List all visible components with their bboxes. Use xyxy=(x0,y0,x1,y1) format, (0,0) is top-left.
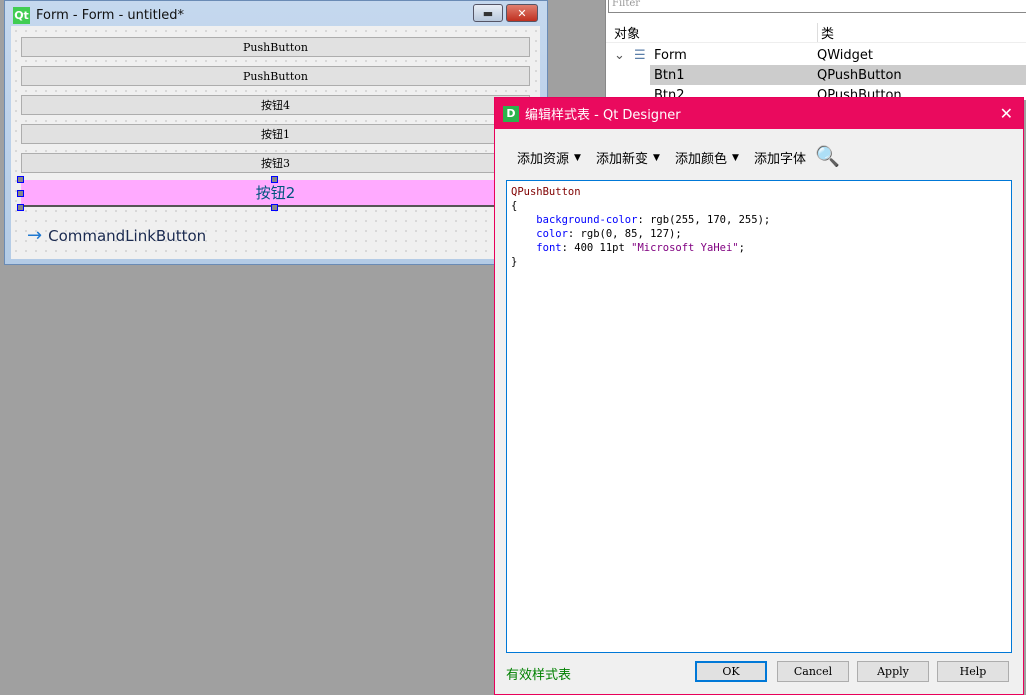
layout-icon: ☰ xyxy=(634,47,646,63)
form-window: Qt Form - Form - untitled* ▬ ✕ PushButto… xyxy=(4,0,548,265)
button-1[interactable]: 按钮1 xyxy=(21,124,530,144)
resize-handle[interactable] xyxy=(271,176,278,183)
code-semicolon: ; xyxy=(738,242,745,254)
cancel-button[interactable]: Cancel xyxy=(777,661,849,682)
code-selector: QPushButton xyxy=(511,186,581,198)
form-title: Form - Form - untitled* xyxy=(36,7,185,23)
form-canvas: PushButton PushButton 按钮4 按钮1 按钮3 按钮2 → … xyxy=(11,26,540,259)
code-value: 400 11pt xyxy=(567,242,632,254)
designer-logo-icon: D xyxy=(503,105,519,122)
code-value: rgb(255, 170, 255); xyxy=(643,214,771,226)
tree-row-form[interactable]: ⌄ ☰ Form QWidget xyxy=(606,45,1026,65)
object-name: Btn1 xyxy=(654,67,685,83)
close-icon[interactable]: ✕ xyxy=(1000,104,1013,123)
add-resource-button[interactable]: 添加资源 ▼ xyxy=(517,148,581,167)
help-button[interactable]: Help xyxy=(937,661,1009,682)
resize-handle[interactable] xyxy=(271,204,278,211)
resize-handle[interactable] xyxy=(17,176,24,183)
tree-row-btn1[interactable]: Btn1 QPushButton xyxy=(650,65,1026,85)
add-color-label: 添加颜色 xyxy=(675,152,728,167)
dropdown-arrow-icon[interactable]: ▼ xyxy=(732,153,739,163)
validity-status: 有效样式表 xyxy=(506,668,572,683)
qt-logo-icon: Qt xyxy=(13,6,30,24)
add-gradient-button[interactable]: 添加新变 ▼ xyxy=(596,148,660,167)
magnifier-icon[interactable]: 🔍 xyxy=(815,144,840,168)
code-prop: font xyxy=(536,242,562,254)
form-title-bar: Qt Form - Form - untitled* xyxy=(13,6,184,24)
code-brace: { xyxy=(511,200,518,212)
tree-header: 对象 类 xyxy=(606,22,1026,43)
object-name: Form xyxy=(654,47,687,63)
push-button[interactable]: PushButton xyxy=(21,37,530,57)
dropdown-arrow-icon[interactable]: ▼ xyxy=(574,153,581,163)
stylesheet-editor[interactable]: QPushButton { background-color: rgb(255,… xyxy=(506,180,1012,653)
arrow-right-icon: → xyxy=(27,225,43,246)
add-resource-label: 添加资源 xyxy=(517,152,570,167)
object-inspector: Filter 对象 类 ⌄ ☰ Form QWidget Btn1 QPushB… xyxy=(605,0,1026,103)
code-prop: color xyxy=(536,228,568,240)
add-color-button[interactable]: 添加颜色 ▼ xyxy=(675,148,739,167)
dropdown-arrow-icon[interactable]: ▼ xyxy=(653,153,660,163)
resize-handle[interactable] xyxy=(17,204,24,211)
command-link-button[interactable]: → CommandLinkButton xyxy=(27,225,206,246)
close-button[interactable]: ✕ xyxy=(506,4,538,22)
apply-button[interactable]: Apply xyxy=(857,661,929,682)
code-string: "Microsoft YaHei" xyxy=(631,242,739,254)
minimize-button[interactable]: ▬ xyxy=(473,4,503,22)
chevron-down-icon[interactable]: ⌄ xyxy=(614,48,625,63)
code-prop: background-color xyxy=(536,214,638,226)
add-font-label: 添加字体 xyxy=(754,152,807,167)
push-button[interactable]: PushButton xyxy=(21,66,530,86)
button-4[interactable]: 按钮4 xyxy=(21,95,530,115)
button-2-selected[interactable]: 按钮2 xyxy=(21,180,530,207)
code-value: rgb(0, 85, 127); xyxy=(574,228,682,240)
object-class: QWidget xyxy=(817,47,874,63)
resize-handle[interactable] xyxy=(17,190,24,197)
command-link-label: CommandLinkButton xyxy=(48,226,207,245)
add-gradient-label: 添加新变 xyxy=(596,152,649,167)
filter-input[interactable]: Filter xyxy=(608,0,1026,13)
header-class[interactable]: 类 xyxy=(817,22,834,42)
ok-button[interactable]: OK xyxy=(695,661,767,682)
button-3[interactable]: 按钮3 xyxy=(21,153,530,173)
header-object[interactable]: 对象 xyxy=(614,23,640,42)
add-font-button[interactable]: 添加字体 xyxy=(754,148,806,167)
code-brace: } xyxy=(511,256,518,268)
object-class: QPushButton xyxy=(817,67,902,83)
stylesheet-dialog: D 编辑样式表 - Qt Designer ✕ 添加资源 ▼ 添加新变 ▼ 添加颜色… xyxy=(494,97,1024,695)
dialog-title: 编辑样式表 - Qt Designer xyxy=(525,108,681,123)
dialog-title-bar: D 编辑样式表 - Qt Designer ✕ xyxy=(495,98,1023,129)
